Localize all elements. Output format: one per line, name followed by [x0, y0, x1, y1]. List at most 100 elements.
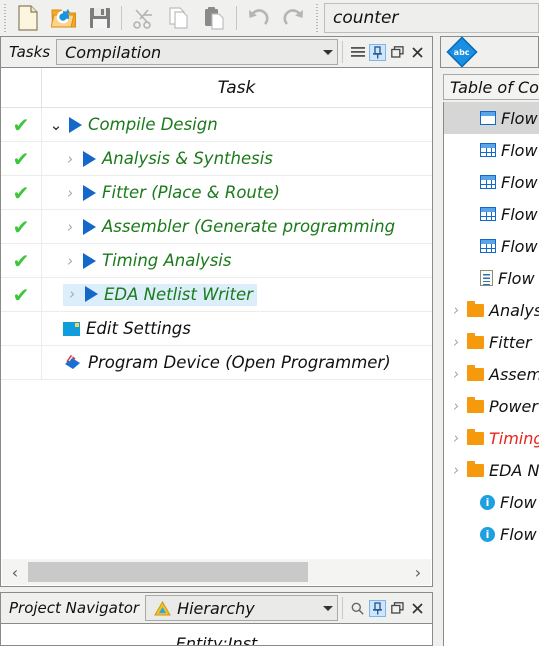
toc-row[interactable]: Flow L: [444, 262, 539, 294]
pin-icon[interactable]: [369, 599, 386, 617]
new-file-icon[interactable]: [10, 2, 46, 34]
play-arrow-icon[interactable]: [83, 252, 96, 269]
project-name-field[interactable]: counter: [324, 3, 539, 33]
open-folder-icon[interactable]: [46, 2, 82, 34]
chevron-right-icon[interactable]: ›: [450, 333, 462, 351]
scroll-left-arrow-icon[interactable]: ‹: [2, 563, 28, 582]
task-status-cell: ✔: [1, 217, 41, 237]
toc-row[interactable]: Flow E: [444, 198, 539, 230]
quartus-window: counter Tasks Compilation Task ✔ ⌄ Compi…: [0, 0, 539, 646]
toc-label: Analys: [489, 300, 539, 320]
chevron-right-icon[interactable]: ›: [63, 218, 77, 236]
task-row[interactable]: ✔ › Assembler (Generate programming: [1, 210, 432, 244]
paste-icon[interactable]: [197, 2, 233, 34]
scroll-right-arrow-icon[interactable]: ›: [405, 563, 431, 582]
play-arrow-icon[interactable]: [83, 184, 96, 201]
close-icon[interactable]: [409, 600, 426, 617]
report-tabstrip: abc: [440, 36, 539, 68]
task-name-cell[interactable]: › Fitter (Place & Route): [63, 183, 280, 202]
chevron-right-icon[interactable]: ›: [65, 285, 79, 303]
column-divider: [41, 278, 42, 311]
chevron-right-icon[interactable]: ›: [63, 252, 77, 270]
toc-row[interactable]: Flow S: [444, 134, 539, 166]
task-name-cell[interactable]: Edit Settings: [63, 319, 191, 338]
table-icon: [480, 207, 496, 221]
task-status-cell: ✔: [1, 149, 41, 169]
tasks-panel: Tasks Compilation Task ✔ ⌄ Compile Desig…: [0, 36, 433, 587]
table-icon: [480, 175, 496, 189]
chevron-right-icon[interactable]: ›: [63, 184, 77, 202]
chevron-right-icon[interactable]: ›: [63, 150, 77, 168]
toc-row[interactable]: › Power: [444, 390, 539, 422]
close-icon[interactable]: [409, 44, 426, 61]
task-name-cell[interactable]: › Analysis & Synthesis: [63, 149, 273, 168]
chevron-right-icon[interactable]: ›: [450, 397, 462, 415]
chevron-right-icon[interactable]: ›: [450, 365, 462, 383]
toolbar-grip[interactable]: [2, 4, 10, 32]
toc-row[interactable]: Flow N: [444, 166, 539, 198]
tasks-horizontal-scrollbar[interactable]: ‹ ›: [2, 559, 431, 585]
task-name-cell[interactable]: ⌄ Compile Design: [49, 115, 218, 134]
toc-row[interactable]: › Analys: [444, 294, 539, 326]
toc-label: Assem: [489, 364, 539, 384]
task-name-cell[interactable]: › Assembler (Generate programming: [63, 217, 395, 236]
project-navigator-body: Entity:Inst: [0, 624, 433, 646]
hierarchy-view-value: Hierarchy: [154, 599, 319, 618]
pin-icon[interactable]: [369, 43, 386, 61]
copy-icon[interactable]: [161, 2, 197, 34]
settings-icon[interactable]: [63, 321, 80, 336]
play-arrow-icon[interactable]: [83, 218, 96, 235]
play-arrow-icon[interactable]: [83, 150, 96, 167]
undo-icon[interactable]: [240, 2, 276, 34]
chevron-right-icon[interactable]: ›: [450, 461, 462, 479]
chevron-right-icon[interactable]: ›: [450, 301, 462, 319]
toolbar-grip-2[interactable]: [314, 4, 322, 32]
column-divider: [41, 176, 42, 209]
chevron-down-icon[interactable]: [323, 605, 333, 611]
play-arrow-icon[interactable]: [85, 286, 98, 302]
task-row[interactable]: Edit Settings: [1, 312, 432, 346]
float-icon[interactable]: [389, 600, 406, 617]
cut-icon[interactable]: [125, 2, 161, 34]
task-row[interactable]: ✔ › EDA Netlist Writer: [1, 278, 432, 312]
toc-row[interactable]: Flow C: [444, 230, 539, 262]
task-row[interactable]: ✔ › Analysis & Synthesis: [1, 142, 432, 176]
folder-icon: [467, 428, 484, 445]
toc-row[interactable]: › Fitter: [444, 326, 539, 358]
task-status-cell: ✔: [1, 183, 41, 203]
search-icon[interactable]: [349, 600, 366, 617]
column-divider: [41, 210, 42, 243]
task-row[interactable]: ✔ › Fitter (Place & Route): [1, 176, 432, 210]
save-icon[interactable]: [82, 2, 118, 34]
chevron-down-icon[interactable]: [323, 49, 333, 55]
hierarchy-view-combo[interactable]: Hierarchy: [145, 595, 338, 621]
task-row[interactable]: ✔ ⌄ Compile Design: [1, 108, 432, 142]
hamburger-icon[interactable]: [349, 44, 366, 61]
task-status-cell: ✔: [1, 285, 41, 305]
task-row[interactable]: Program Device (Open Programmer): [1, 346, 432, 380]
toc-row[interactable]: › Assem: [444, 358, 539, 390]
float-icon[interactable]: [389, 44, 406, 61]
task-name-cell[interactable]: › EDA Netlist Writer: [63, 283, 257, 306]
table-of-contents-header: Table of Co: [443, 74, 539, 100]
programmer-icon[interactable]: [63, 354, 82, 371]
success-check-icon: ✔: [12, 112, 30, 137]
toc-row[interactable]: › Timing: [444, 422, 539, 454]
toc-row[interactable]: › EDA N: [444, 454, 539, 486]
play-arrow-icon[interactable]: [69, 116, 82, 133]
toc-row-container: Flow S Flow S Flow N Flow E Flow C Flow L › Ana…: [444, 102, 539, 550]
task-row[interactable]: ✔ › Timing Analysis: [1, 244, 432, 278]
chevron-right-icon[interactable]: ›: [450, 429, 462, 447]
abc-spellcheck-icon[interactable]: abc: [446, 36, 478, 68]
toc-row[interactable]: i Flow S: [444, 518, 539, 550]
scrollbar-thumb[interactable]: [28, 562, 308, 582]
task-label: Analysis & Synthesis: [102, 149, 273, 168]
toc-label: EDA N: [489, 460, 539, 480]
task-name-cell[interactable]: › Timing Analysis: [63, 251, 231, 270]
redo-icon[interactable]: [276, 2, 312, 34]
flow-selector-combo[interactable]: Compilation: [56, 39, 338, 65]
toc-row[interactable]: i Flow N: [444, 486, 539, 518]
chevron-down-icon[interactable]: ⌄: [49, 116, 63, 134]
toc-row[interactable]: Flow S: [444, 102, 539, 134]
task-name-cell[interactable]: Program Device (Open Programmer): [63, 353, 391, 372]
